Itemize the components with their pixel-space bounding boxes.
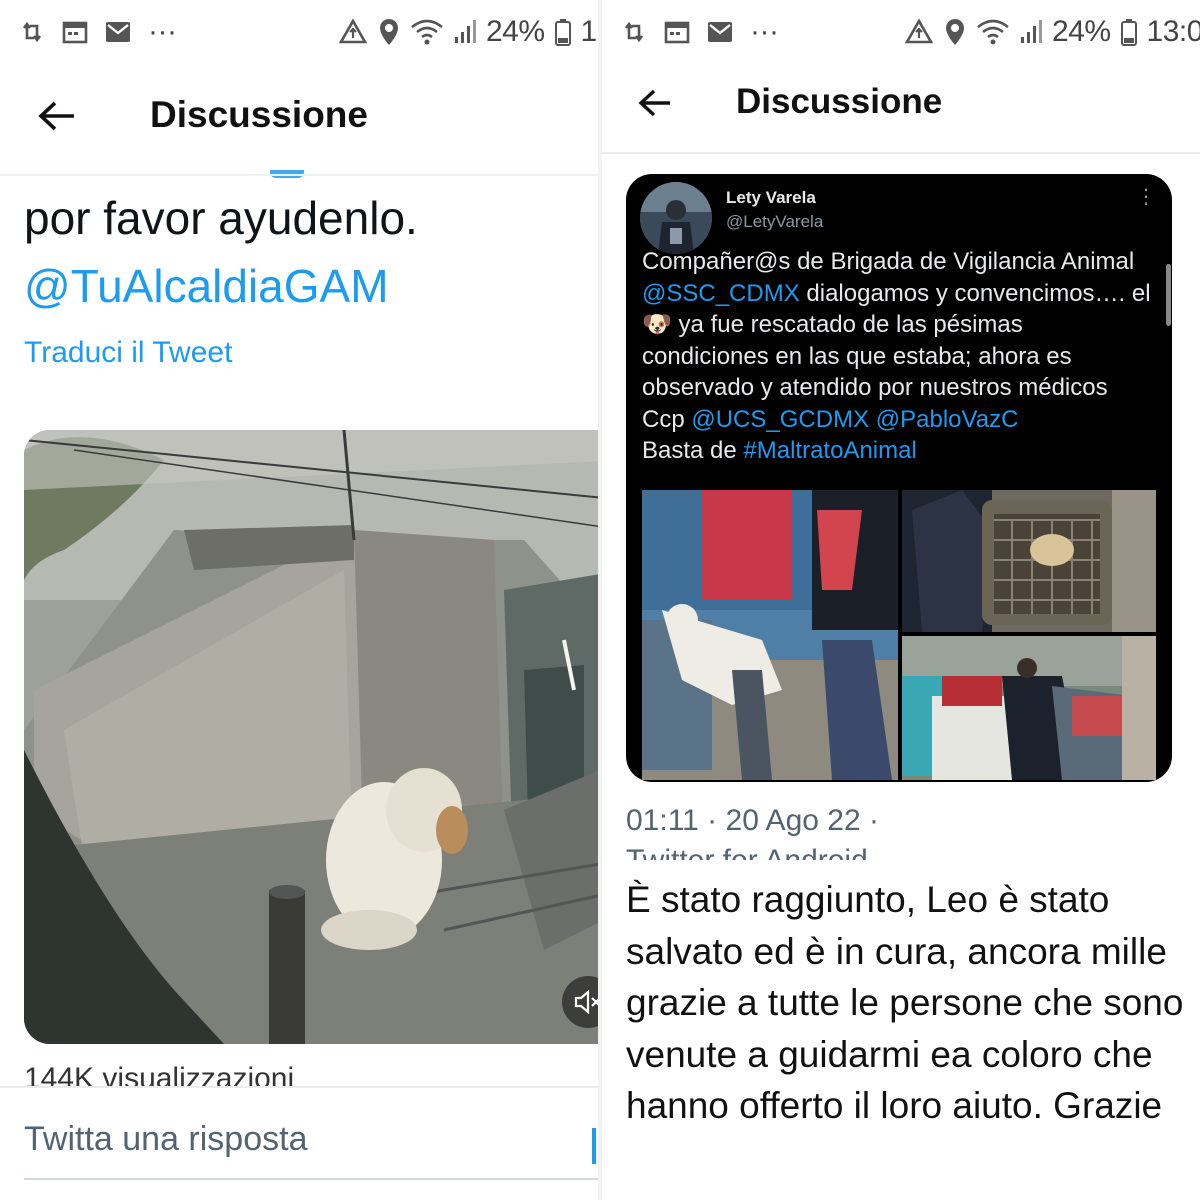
- mention-link[interactable]: @TuAlcaldiaGAM: [24, 256, 389, 316]
- tweet-timestamp: 01:11 · 20 Ago 22 ·: [626, 804, 879, 837]
- wifi-icon: [977, 19, 1009, 45]
- text-line: 🐶 ya fue rescatado de las pésimas: [642, 309, 1162, 341]
- photo-rescue-1: [642, 490, 898, 780]
- photo-rescue-3: [902, 636, 1156, 780]
- quoted-tweet-text: Compañer@s de Brigada de Vigilancia Anim…: [642, 246, 1162, 467]
- text-line: Ccp @UCS_GCDMX @PabloVazC: [642, 404, 1162, 436]
- status-bar: ··· 24% 13:08: [602, 10, 1200, 54]
- tweet-text-line: por favor ayudenlo.: [24, 192, 418, 244]
- app-header: Discussione: [602, 78, 1200, 134]
- text-cursor: [592, 1128, 596, 1164]
- clock: 13: [580, 15, 598, 48]
- photo-rescue-2: [902, 490, 1156, 632]
- more-options-icon: ⋮: [1136, 186, 1157, 208]
- translate-tweet-link[interactable]: Traduci il Tweet: [24, 336, 232, 370]
- back-arrow-icon[interactable]: [638, 88, 672, 118]
- caption-text: È stato raggiunto, Leo è stato salvato e…: [626, 879, 1184, 1126]
- text-line: observado y atendido por nuestros médico…: [642, 374, 1108, 401]
- left-screenshot: ··· 24% 13 Discussione por favor ayudenl…: [0, 0, 598, 1200]
- location-icon: [946, 19, 964, 45]
- author-handle: @LetyVarela: [726, 212, 824, 231]
- calendar-icon: [664, 21, 690, 44]
- text-span: dialogamos y convencimos…. el: [799, 279, 1151, 307]
- calendar-icon: [62, 21, 88, 44]
- avatar: [640, 182, 712, 254]
- page-title: Discussione: [736, 82, 943, 121]
- text-line: Basta de #MaltratoAnimal: [642, 435, 1162, 467]
- text-span: [869, 406, 876, 433]
- scrollbar: [1166, 264, 1171, 326]
- author-name: Lety Varela: [726, 188, 816, 207]
- app-header: Discussione: [0, 88, 598, 144]
- wifi-icon: [411, 19, 443, 45]
- sync-icon: [22, 21, 42, 43]
- location-icon: [380, 19, 398, 45]
- clock: 13:08: [1146, 15, 1200, 48]
- text-span: ya fue rescatado de las pésimas: [671, 311, 1023, 338]
- sync-icon: [624, 21, 644, 43]
- mention-link: @SSC_CDMX: [642, 279, 800, 307]
- battery-icon: [554, 19, 571, 46]
- mail-icon: [106, 22, 130, 42]
- more-notifications: ···: [750, 15, 779, 48]
- signal-icon: [1021, 20, 1042, 43]
- video-frame: [24, 430, 598, 1044]
- more-notifications: ···: [148, 15, 177, 48]
- battery-percent: 24%: [1052, 15, 1111, 48]
- mention-link: @UCS_GCDMX: [691, 405, 870, 433]
- battery-percent: 24%: [486, 15, 545, 48]
- page-title: Discussione: [150, 94, 368, 135]
- data-saver-icon: [904, 18, 934, 44]
- battery-icon: [1120, 19, 1137, 46]
- photo-grid: [642, 490, 1156, 780]
- back-arrow-icon[interactable]: [38, 100, 76, 132]
- text-span: Basta de: [642, 437, 744, 464]
- input-underline: [24, 1178, 598, 1180]
- signal-icon: [455, 20, 476, 43]
- hashtag-link: #MaltratoAnimal: [743, 437, 917, 464]
- text-line: Compañer@s de Brigada de Vigilancia Anim…: [642, 248, 1135, 275]
- dog-emoji-icon: 🐶: [642, 311, 672, 338]
- right-screenshot: ··· 24% 13:08 Discussione Lety Varela @L…: [602, 0, 1200, 1200]
- text-span: Ccp: [642, 405, 692, 433]
- mail-icon: [708, 22, 732, 42]
- reply-input[interactable]: Twitta una risposta: [24, 1120, 307, 1159]
- text-line: condiciones en las que estaba; ahora es: [642, 342, 1072, 370]
- header-divider: [602, 152, 1200, 154]
- tweet-source: Twitter for Android: [626, 846, 868, 860]
- tweet-video[interactable]: [24, 430, 598, 1044]
- quoted-tweet-screenshot[interactable]: Lety Varela @LetyVarela ⋮ Compañer@s de …: [626, 174, 1172, 782]
- text-line: @SSC_CDMX dialogamos y convencimos…. el: [642, 278, 1162, 310]
- data-saver-icon: [338, 18, 368, 44]
- speaker-muted-icon: [574, 989, 598, 1015]
- mention-link: @PabloVazC: [875, 405, 1019, 433]
- status-bar: ··· 24% 13: [0, 10, 598, 54]
